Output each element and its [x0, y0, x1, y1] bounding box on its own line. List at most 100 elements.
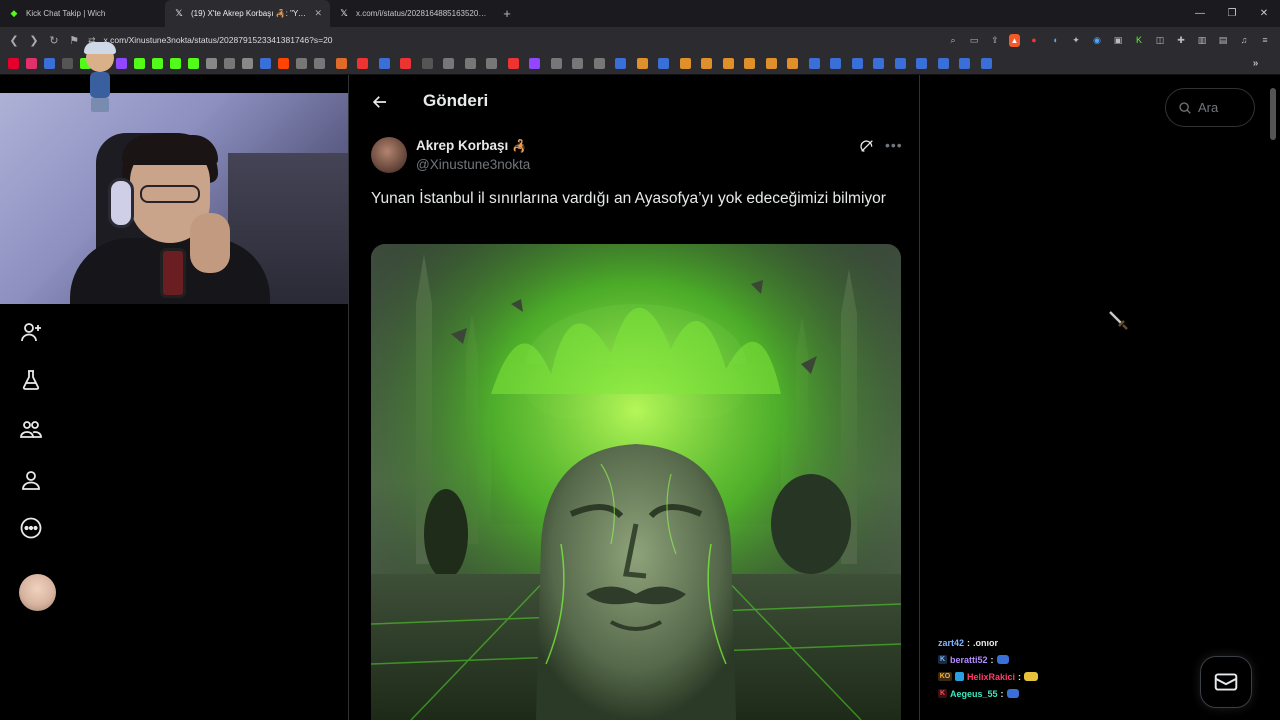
bookmark-favicon-icon[interactable] [443, 58, 454, 69]
chat-username: Aegeus_55 [950, 688, 998, 699]
tab-x-status[interactable]: 𝕏 x.com/i/status/2028164885163520130 [330, 0, 495, 27]
bookmark-favicon-icon[interactable] [152, 58, 163, 69]
bookmark-favicon-icon[interactable] [224, 58, 235, 69]
extension-icon[interactable]: ▣ [1111, 33, 1125, 47]
chat-username: HelixRakici [967, 671, 1016, 682]
tweet-image[interactable] [371, 244, 901, 720]
menu-icon[interactable]: ≡ [1258, 33, 1272, 47]
address-bar: ❮ ❯ ↻ ⚑ ⇄ x.com/Xinustune3nokta/status/2… [0, 27, 1280, 53]
grok-icon[interactable] [859, 138, 875, 154]
follow-icon[interactable] [19, 320, 43, 344]
bookmark-favicon-icon[interactable] [134, 58, 145, 69]
search-input[interactable]: Ara [1165, 88, 1255, 127]
scrollbar[interactable] [1270, 88, 1276, 140]
author-name[interactable]: Akrep Korbaşı 🦂 [416, 138, 527, 153]
bookmark-favicon-icon[interactable] [242, 58, 253, 69]
cast-icon[interactable]: ▭ [967, 33, 981, 47]
bookmark-favicon-icon[interactable] [658, 58, 669, 69]
minimize-icon[interactable]: — [1184, 0, 1216, 27]
bookmark-favicon-icon[interactable] [701, 58, 712, 69]
bookmark-favicon-icon[interactable] [529, 58, 540, 69]
bookmark-favicon-icon[interactable] [873, 58, 884, 69]
bookmark-favicon-icon[interactable] [8, 58, 19, 69]
bookmark-favicon-icon[interactable] [808, 58, 820, 69]
extension-icon[interactable]: K [1132, 33, 1146, 47]
bookmark-favicon-icon[interactable] [26, 58, 37, 69]
tab-kick-chat[interactable]: ◆ Kick Chat Takip | Wich [0, 0, 165, 27]
bookmark-favicon-icon[interactable] [206, 58, 217, 69]
close-tab-icon[interactable]: ✕ [314, 8, 322, 19]
bookmark-favicon-icon[interactable] [572, 58, 583, 69]
author-handle[interactable]: @Xinustune3nokta [416, 157, 530, 172]
reload-icon[interactable]: ↻ [44, 30, 64, 50]
author-avatar[interactable] [371, 137, 407, 173]
bookmark-favicon-icon[interactable] [44, 58, 55, 69]
brave-shield-icon[interactable]: ▲ [1009, 33, 1020, 47]
back-arrow-icon[interactable] [369, 91, 391, 113]
communities-icon[interactable] [19, 417, 43, 441]
bookmark-favicon-icon[interactable] [959, 58, 970, 69]
wallet-icon[interactable]: ▤ [1216, 33, 1230, 47]
more-options-icon[interactable]: ••• [885, 137, 903, 153]
bookmark-favicon-icon[interactable] [765, 58, 777, 69]
bookmark-favicon-icon[interactable] [62, 58, 73, 69]
zoom-icon[interactable]: ⌕ [946, 33, 960, 47]
bookmark-favicon-icon[interactable] [507, 58, 519, 69]
extension-icon[interactable]: ◫ [1153, 33, 1167, 47]
tab-x-post[interactable]: 𝕏 (19) X'te Akrep Korbaşı 🦂: "Yuna ✕ [165, 0, 330, 27]
bookmark-favicon-icon[interactable] [170, 58, 181, 69]
extension-icon[interactable]: ● [1027, 33, 1041, 47]
bookmark-favicon-icon[interactable] [851, 58, 863, 69]
bookmark-favicon-icon[interactable] [278, 58, 289, 69]
bookmark-favicon-icon[interactable] [421, 58, 433, 69]
account-avatar[interactable] [19, 574, 56, 611]
bookmark-favicon-icon[interactable] [636, 58, 648, 69]
bookmark-favicon-icon[interactable] [679, 58, 691, 69]
forward-nav-icon[interactable]: ❯ [24, 30, 44, 50]
extension-icon[interactable]: ✦ [1069, 33, 1083, 47]
bookmark-favicon-icon[interactable] [260, 58, 271, 69]
share-icon[interactable]: ⇪ [988, 33, 1002, 47]
bookmarks-overflow-icon[interactable]: » [1250, 58, 1261, 69]
playlist-icon[interactable]: ♫ [1237, 33, 1251, 47]
bookmark-favicon-icon[interactable] [615, 58, 626, 69]
webcam-person-hair-front [122, 135, 218, 165]
messages-button[interactable] [1200, 656, 1252, 708]
url-field[interactable]: ⇄ x.com/Xinustune3nokta/status/202879152… [88, 30, 998, 50]
bookmark-favicon-icon[interactable] [550, 58, 562, 69]
bookmark-favicon-icon[interactable] [830, 58, 841, 69]
extension-icon[interactable]: ◉ [1090, 33, 1104, 47]
bookmark-favicon-icon[interactable] [335, 58, 347, 69]
bookmark-favicon-icon[interactable] [894, 58, 906, 69]
new-tab-button[interactable]: + [495, 0, 519, 27]
browser-tabstrip: ◆ Kick Chat Takip | Wich 𝕏 (19) X'te Akr… [0, 0, 1280, 27]
bookmark-favicon-icon[interactable] [937, 58, 949, 69]
chat-sub-badge-icon [955, 672, 964, 681]
bookmark-favicon-icon[interactable] [357, 58, 368, 69]
grok-flask-icon[interactable] [19, 368, 43, 392]
bookmark-favicon-icon[interactable] [314, 58, 325, 69]
sidebar-icon[interactable]: ▥ [1195, 33, 1209, 47]
back-nav-icon[interactable]: ❮ [4, 30, 24, 50]
bookmark-favicon-icon[interactable] [464, 58, 476, 69]
bookmark-favicon-icon[interactable] [378, 58, 390, 69]
bookmark-favicon-icon[interactable] [722, 58, 734, 69]
profile-icon[interactable] [19, 468, 43, 492]
post-column: Gönderi Akrep Korbaşı 🦂 @Xinustune3nokta… [348, 75, 920, 720]
webcam-hand [190, 213, 230, 273]
bookmark-favicon-icon[interactable] [980, 58, 992, 69]
bookmark-favicon-icon[interactable] [486, 58, 497, 69]
bookmark-favicon-icon[interactable] [296, 58, 307, 69]
audio-icon[interactable]: ◖ [1048, 33, 1062, 47]
sticker-hat [84, 42, 116, 54]
bookmark-favicon-icon[interactable] [593, 58, 605, 69]
bookmark-favicon-icon[interactable] [916, 58, 927, 69]
bookmark-favicon-icon[interactable] [188, 58, 199, 69]
bookmark-favicon-icon[interactable] [400, 58, 411, 69]
bookmark-favicon-icon[interactable] [744, 58, 755, 69]
close-window-icon[interactable]: ✕ [1248, 0, 1280, 27]
bookmark-favicon-icon[interactable] [787, 58, 798, 69]
maximize-icon[interactable]: ❐ [1216, 0, 1248, 27]
extensions-icon[interactable]: ✚ [1174, 33, 1188, 47]
more-circle-icon[interactable] [19, 516, 43, 540]
